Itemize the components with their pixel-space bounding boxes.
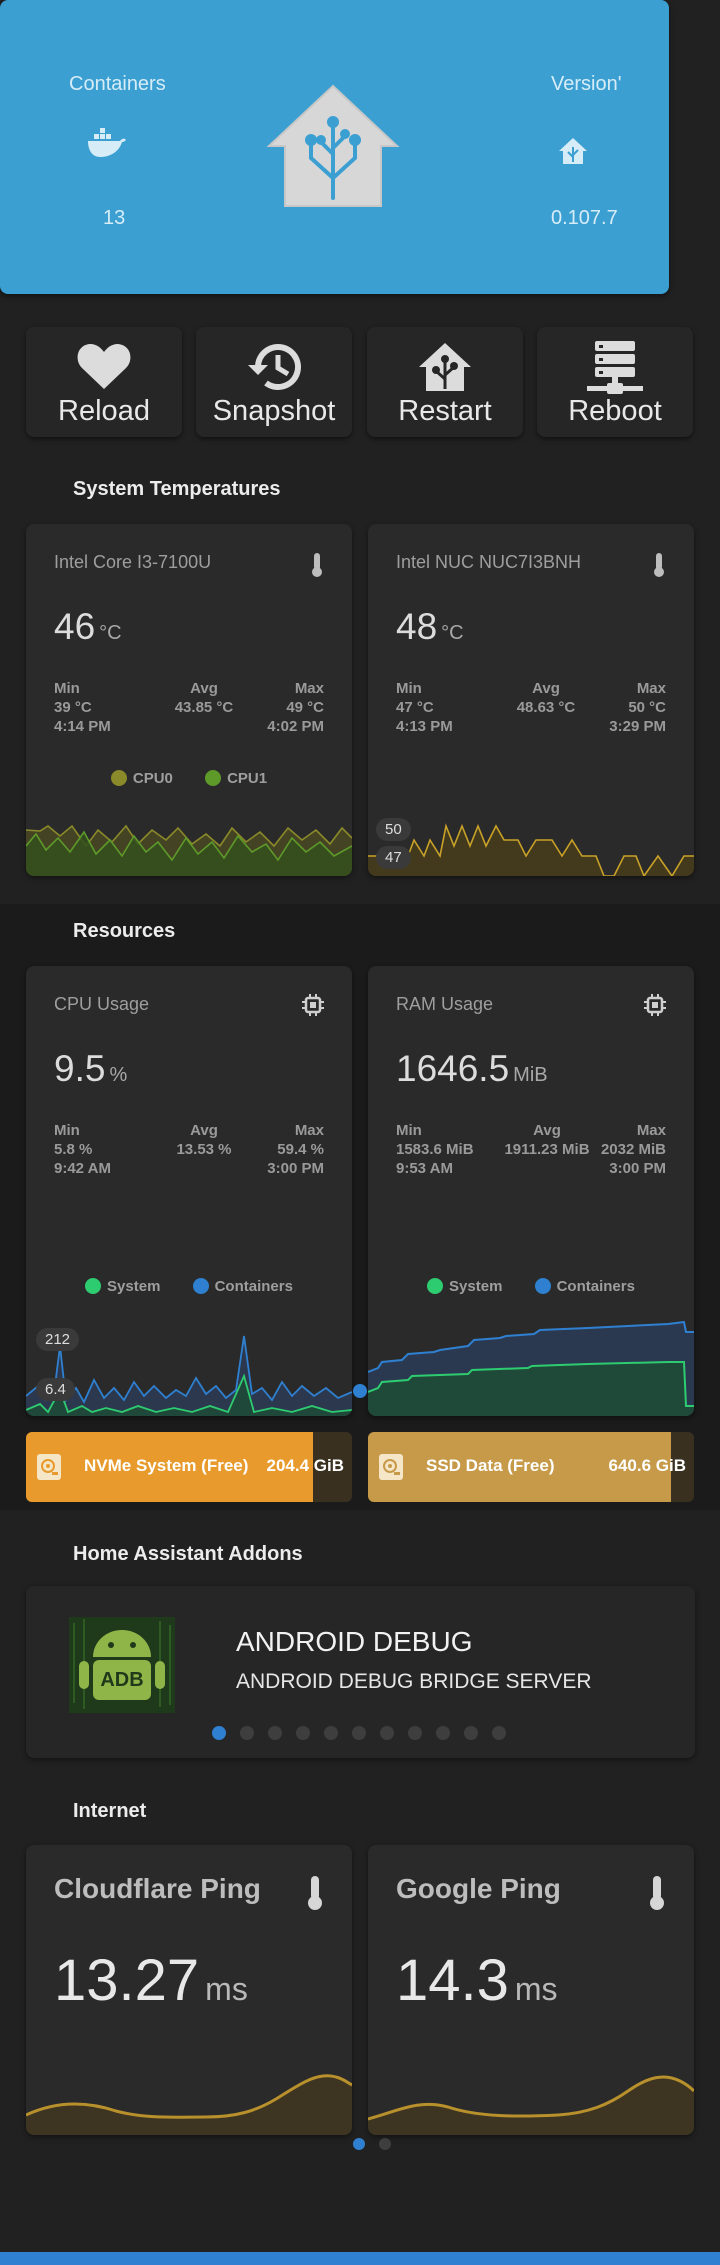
chart-max-chip: 212 (36, 1328, 80, 1351)
legend-containers[interactable]: Containers (534, 1278, 635, 1295)
home-assistant-logo (266, 84, 400, 207)
resource-carousel-dot[interactable] (353, 1384, 367, 1398)
snapshot-label: Snapshot (212, 395, 336, 427)
google-ping-card[interactable]: Google Ping 14.3 ms (368, 1845, 694, 2135)
server-network-icon (587, 341, 643, 394)
legend-cpu1[interactable]: CPU1 (205, 770, 267, 787)
chip-icon (302, 994, 324, 1016)
sensor-value: 13.27 ms (54, 1948, 248, 2013)
home-assistant-icon (419, 343, 471, 391)
thermometer-icon (312, 553, 322, 577)
restart-button[interactable]: Restart (367, 327, 523, 437)
chart-legend: CPU0 CPU1 (26, 770, 352, 787)
section-title-temperatures: System Temperatures (73, 478, 281, 500)
reload-button[interactable]: Reload (26, 327, 182, 437)
legend-cpu0[interactable]: CPU0 (110, 770, 173, 787)
chart-legend: System Containers (368, 1278, 694, 1295)
sensor-name: CPU Usage (54, 994, 150, 1014)
sensor-name: Google Ping (396, 1873, 561, 1904)
bottom-accent-bar (0, 2252, 720, 2265)
cpu-usage-card[interactable]: CPU Usage 9.5% Min 5.8 % 9:42 AM Avg 13.53 … (26, 966, 352, 1416)
addon-subtitle: ANDROID DEBUG BRIDGE SERVER (236, 1670, 592, 1693)
addon-page-dot[interactable] (408, 1726, 422, 1740)
addon-page-dot[interactable] (324, 1726, 338, 1740)
ram-usage-chart (368, 1320, 694, 1416)
nuc-temperature-card[interactable]: Intel NUC NUC7I3BNH 48 °C Min 47 °C 4:13 PM… (368, 524, 694, 876)
section-title-internet: Internet (73, 1800, 147, 1822)
harddisk-icon (379, 1454, 403, 1480)
containers-label: Containers (69, 73, 166, 95)
addon-title: ANDROID DEBUG (236, 1626, 473, 1657)
cpu-temperature-chart (26, 824, 352, 876)
reload-label: Reload (58, 395, 150, 427)
addon-page-dot[interactable] (296, 1726, 310, 1740)
sensor-value: 9.5% (54, 1048, 128, 1089)
storage-name: SSD Data (Free) (426, 1456, 555, 1475)
addon-page-dot[interactable] (352, 1726, 366, 1740)
addon-page-dot[interactable] (212, 1726, 226, 1740)
addon-page-dot[interactable] (436, 1726, 450, 1740)
android-debug-logo-text: ADB (100, 1669, 143, 1691)
chart-min-chip: 6.4 (36, 1378, 75, 1401)
sensor-value: 1646.5 MiB (396, 1048, 548, 1089)
ssd-storage-bar[interactable]: SSD Data (Free) 640.6 GiB (368, 1432, 694, 1502)
harddisk-icon (37, 1454, 61, 1480)
google-ping-chart (368, 2075, 694, 2135)
cloudflare-ping-chart (26, 2074, 352, 2135)
chart-min-chip: 47 (376, 846, 411, 869)
chart-max-chip: 50 (376, 818, 411, 841)
nuc-temperature-chart (368, 823, 694, 876)
reboot-button[interactable]: Reboot (537, 327, 693, 437)
sensor-name: Intel Core I3-7100U (54, 552, 212, 572)
reboot-label: Reboot (568, 395, 662, 427)
snapshot-button[interactable]: Snapshot (196, 327, 352, 437)
thermometer-icon (308, 1876, 322, 1910)
sensor-value: 48 °C (396, 606, 464, 647)
ping-page-dot[interactable] (379, 2138, 391, 2150)
restore-icon (248, 344, 301, 390)
heart-icon (77, 344, 131, 389)
addon-page-dot[interactable] (268, 1726, 282, 1740)
legend-system[interactable]: System (427, 1278, 502, 1295)
addon-page-dot[interactable] (492, 1726, 506, 1740)
sensor-name: Cloudflare Ping (54, 1873, 261, 1904)
memory-icon (644, 994, 666, 1016)
version-value: 0.107.7 (551, 207, 618, 229)
docker-icon (88, 128, 126, 157)
android-debug-logo: ADB (69, 1617, 175, 1713)
legend-system[interactable]: System (85, 1278, 160, 1295)
cloudflare-ping-card[interactable]: Cloudflare Ping 13.27 ms (26, 1845, 352, 2135)
section-title-resources: Resources (73, 920, 176, 942)
home-assistant-icon (559, 138, 587, 164)
sensor-name: RAM Usage (396, 994, 494, 1014)
section-title-addons: Home Assistant Addons (73, 1543, 303, 1565)
thermometer-icon (654, 553, 664, 577)
containers-count: 13 (103, 207, 126, 229)
addon-page-dot[interactable] (380, 1726, 394, 1740)
restart-label: Restart (398, 395, 492, 427)
storage-value: 640.6 GiB (608, 1456, 687, 1475)
system-overview-card: Containers 13 Version' 0.107.7 (0, 0, 669, 294)
version-label: Version' (551, 73, 622, 95)
storage-value: 204.4 GiB (266, 1456, 345, 1475)
thermometer-icon (650, 1876, 664, 1910)
sensor-name: Intel NUC NUC7I3BNH (396, 552, 582, 572)
ram-usage-card[interactable]: RAM Usage 1646.5 MiB Min 1583.6 MiB 9:53 AM… (368, 966, 694, 1416)
legend-containers[interactable]: Containers (192, 1278, 293, 1295)
storage-name: NVMe System (Free) (84, 1456, 249, 1475)
sensor-value: 14.3 ms (396, 1948, 558, 2013)
chart-legend: System Containers (26, 1278, 352, 1295)
sensor-value: 46 °C (54, 606, 122, 647)
ping-page-dot[interactable] (353, 2138, 365, 2150)
addon-carousel-card[interactable]: ADB ANDROID DEBUG ANDROID DEBUG BRIDGE S… (26, 1586, 695, 1758)
cpu-temperature-card[interactable]: Intel Core I3-7100U 46 °C Min 39 °C 4:14 PM… (26, 524, 352, 876)
addon-page-dot[interactable] (240, 1726, 254, 1740)
addon-page-dot[interactable] (464, 1726, 478, 1740)
nvme-storage-bar[interactable]: NVMe System (Free) 204.4 GiB (26, 1432, 352, 1502)
